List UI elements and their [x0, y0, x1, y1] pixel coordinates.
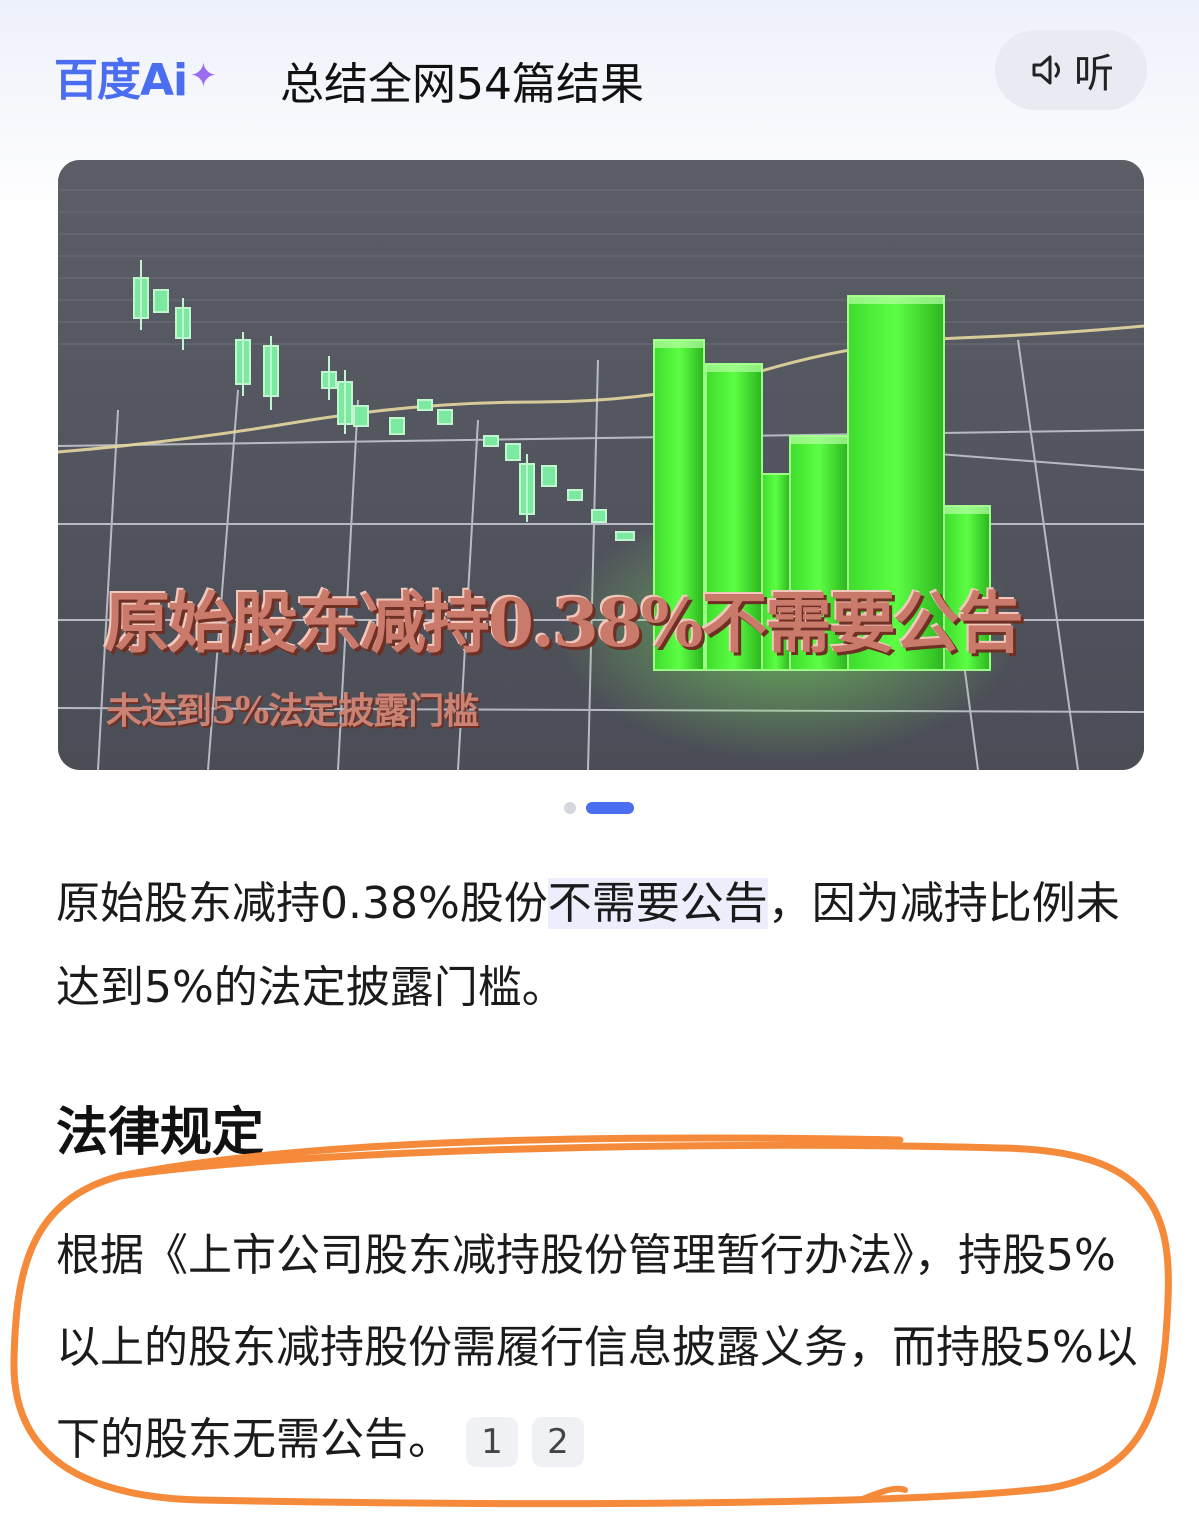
carousel-dot-active[interactable] [586, 802, 634, 814]
sparkle-icon: ✦ [189, 56, 217, 96]
listen-button[interactable]: 听 [995, 30, 1147, 110]
ai-summary-header: 百度Ai ✦ 总结全网54篇结果 听 [54, 30, 1147, 114]
citation-2[interactable]: 2 [532, 1417, 584, 1467]
citation-1[interactable]: 1 [466, 1417, 518, 1467]
image-overlay-title: 原始股东减持0.38%不需要公告 [104, 584, 1023, 662]
stock-chart-illustration [58, 160, 1144, 770]
summary-paragraph: 原始股东减持0.38%股份不需要公告，因为减持比例未达到5%的法定披露门槛。 [56, 862, 1156, 1030]
result-image[interactable]: 原始股东减持0.38%不需要公告 未达到5%法定披露门槛 [58, 160, 1144, 770]
image-overlay-subtitle: 未达到5%法定披露门槛 [106, 690, 479, 732]
carousel-indicator [564, 802, 644, 814]
summary-title: 总结全网54篇结果 [280, 59, 644, 110]
section-title: 法律规定 [56, 1103, 265, 1163]
baidu-ai-logo: 百度Ai ✦ [54, 44, 218, 108]
summary-highlight: 不需要公告 [547, 878, 768, 929]
summary-text: 原始股东减持0.38%股份 [56, 878, 548, 929]
search-result-page: 百度Ai ✦ 总结全网54篇结果 听 原始股东减持0.38%不需要公告 未达到5… [0, 0, 1199, 1533]
legal-paragraph: 根据《上市公司股东减持股份管理暂行办法》，持股5%以上的股东减持股份需履行信息披… [56, 1210, 1156, 1486]
speaker-icon [1032, 55, 1060, 85]
legal-text: 根据《上市公司股东减持股份管理暂行办法》，持股5%以上的股东减持股份需履行信息披… [56, 1230, 1138, 1465]
logo-text: 百度Ai [54, 55, 188, 106]
carousel-dot[interactable] [564, 802, 576, 814]
listen-label: 听 [1074, 51, 1114, 97]
